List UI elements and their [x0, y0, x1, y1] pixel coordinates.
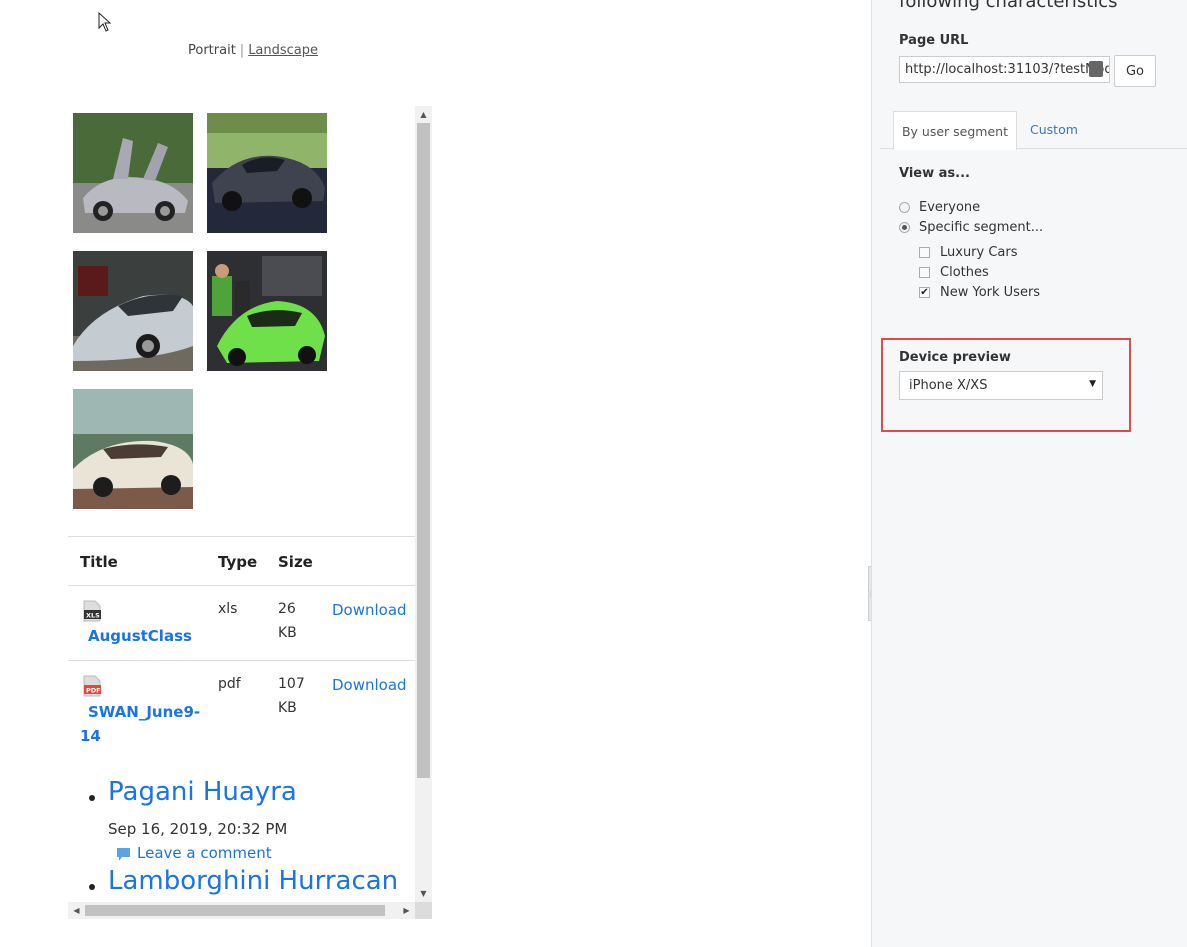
table-row: XLS AugustClass xls 26 KB Download	[68, 585, 415, 661]
file-size-value: 26	[278, 601, 296, 617]
device-preview-frame[interactable]: Title Type Size XLS AugustClass xls 26 K…	[68, 106, 432, 919]
tab-custom[interactable]: Custom	[1030, 111, 1078, 148]
list-bullet	[89, 884, 95, 890]
post-title-link[interactable]: Pagani Huayra	[108, 777, 297, 807]
tab-by-user-segment[interactable]: By user segment	[893, 111, 1017, 150]
gallery-image-pagani-huayra[interactable]	[73, 113, 193, 233]
xls-file-icon: XLS	[83, 600, 101, 622]
file-type: pdf	[218, 676, 241, 692]
page-url-label: Page URL	[899, 33, 969, 48]
gallery-image-bentley[interactable]	[73, 389, 193, 509]
device-preview-select[interactable]: iPhone X/XS ▼	[899, 371, 1103, 400]
svg-text:XLS: XLS	[86, 612, 100, 620]
radio-button-selected[interactable]	[899, 222, 910, 233]
comment-icon	[117, 848, 130, 861]
autofill-key-icon[interactable]	[1089, 61, 1103, 77]
table-header-row: Title Type Size	[68, 536, 415, 585]
leave-comment-link[interactable]: Leave a comment	[137, 844, 272, 862]
checkbox-label: Luxury Cars	[940, 245, 1018, 260]
checkbox-checked[interactable]: ✔	[919, 287, 930, 298]
file-size-value: 107	[278, 676, 305, 692]
scroll-down-arrow-icon[interactable]: ▼	[415, 885, 432, 902]
horizontal-scroll-thumb[interactable]	[85, 905, 385, 916]
radio-everyone[interactable]: Everyone	[899, 200, 980, 215]
file-size-unit: KB	[278, 625, 297, 641]
panel-heading: following characteristics	[899, 0, 1118, 12]
orientation-toggle: Portrait | Landscape	[188, 43, 318, 58]
preview-settings-panel: following characteristics Page URL http:…	[871, 0, 1187, 947]
vertical-scrollbar[interactable]: ▲ ▼	[415, 106, 432, 902]
radio-label: Everyone	[919, 200, 981, 215]
checkbox[interactable]	[919, 267, 930, 278]
page-url-input[interactable]: http://localhost:31103/?testMode	[899, 56, 1110, 83]
table-row: PDF SWAN_June9- 14 pdf 107 KB Download	[68, 660, 415, 761]
post-title-link[interactable]: Lamborghini Hurracan	[108, 866, 398, 896]
dropdown-caret-icon: ▼	[1089, 379, 1096, 389]
list-bullet	[89, 795, 95, 801]
column-header-size: Size	[278, 553, 313, 571]
pdf-file-icon: PDF	[83, 675, 101, 697]
scroll-up-arrow-icon[interactable]: ▲	[415, 106, 432, 123]
mouse-cursor-icon	[98, 12, 112, 32]
view-as-label: View as...	[899, 166, 970, 181]
file-link-swan-line1[interactable]: SWAN_June9-	[88, 703, 200, 721]
vertical-scroll-thumb[interactable]	[417, 123, 430, 778]
portrait-option[interactable]: Portrait	[188, 43, 236, 58]
scroll-right-arrow-icon[interactable]: ▶	[398, 902, 415, 919]
checkbox[interactable]	[919, 247, 930, 258]
file-link-swan-line2[interactable]: 14	[80, 727, 101, 745]
file-link-augustclass[interactable]: AugustClass	[88, 627, 192, 645]
horizontal-scrollbar[interactable]: ◀ ▶	[68, 902, 415, 919]
preview-content: Title Type Size XLS AugustClass xls 26 K…	[68, 106, 415, 902]
checkbox-clothes[interactable]: Clothes	[919, 265, 989, 280]
file-type: xls	[218, 601, 238, 617]
post-date: Sep 16, 2019, 20:32 PM	[108, 820, 288, 838]
checkbox-luxury-cars[interactable]: Luxury Cars	[919, 245, 1018, 260]
checkbox-label: New York Users	[940, 285, 1041, 300]
gallery-image-lamborghini-silver[interactable]	[73, 251, 193, 371]
column-header-title: Title	[80, 553, 118, 571]
download-link[interactable]: Download	[332, 676, 407, 694]
column-header-type: Type	[218, 553, 258, 571]
device-select-value: iPhone X/XS	[909, 378, 988, 393]
radio-label: Specific segment...	[919, 220, 1044, 235]
gallery-image-mclaren[interactable]	[207, 113, 327, 233]
file-size-unit: KB	[278, 700, 297, 716]
gallery-image-lamborghini-green[interactable]	[207, 251, 327, 371]
radio-button[interactable]	[899, 202, 910, 213]
checkbox-new-york-users[interactable]: ✔ New York Users	[919, 285, 1040, 300]
scrollbar-corner	[415, 902, 432, 919]
landscape-link[interactable]: Landscape	[248, 43, 318, 58]
checkbox-label: Clothes	[940, 265, 989, 280]
scroll-left-arrow-icon[interactable]: ◀	[68, 902, 85, 919]
download-link[interactable]: Download	[332, 601, 407, 619]
orientation-separator: |	[239, 43, 245, 58]
radio-specific-segment[interactable]: Specific segment...	[899, 220, 1043, 235]
svg-text:PDF: PDF	[86, 687, 101, 695]
device-preview-label: Device preview	[899, 350, 1011, 365]
go-button[interactable]: Go	[1114, 55, 1156, 87]
